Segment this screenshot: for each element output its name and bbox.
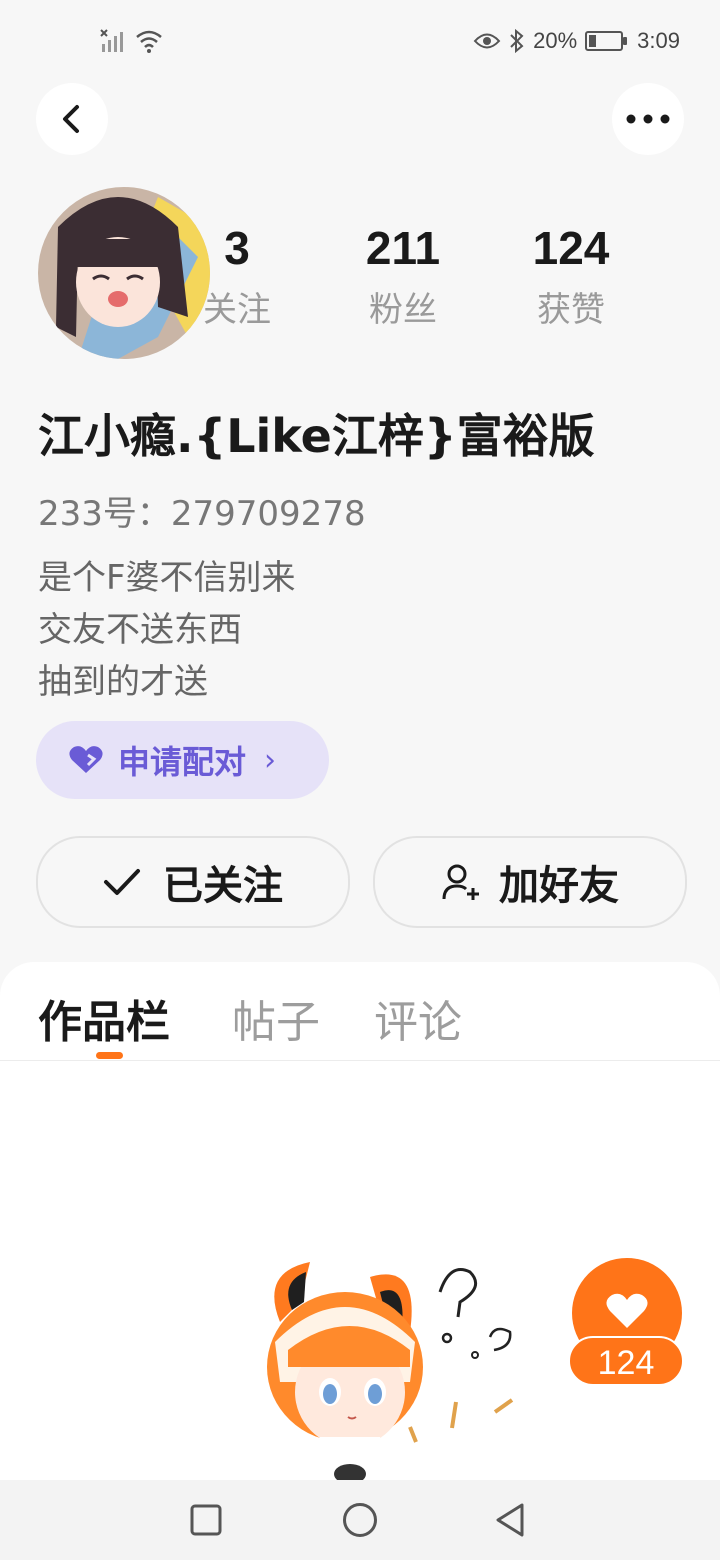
chevron-right-icon: › — [264, 742, 277, 778]
tab-indicator — [96, 1052, 123, 1059]
add-friend-button[interactable]: 加好友 — [373, 836, 687, 928]
system-nav-bar — [0, 1480, 720, 1560]
username: 江小瘾.{Like江梓}富裕版 — [38, 409, 595, 463]
tab-comments[interactable]: 评论 — [374, 986, 462, 1050]
pair-request-button[interactable]: 申请配对 › — [36, 721, 329, 799]
back-button[interactable] — [36, 83, 108, 155]
status-bar: 20% 3:09 — [0, 0, 720, 84]
more-dots-icon — [626, 114, 670, 124]
stat-likes[interactable]: 124 获赞 — [506, 220, 636, 331]
stat-following[interactable]: 3 关注 — [172, 220, 302, 331]
content-card: 作品栏 帖子 评论 — [0, 962, 720, 1482]
user-id: 233号：279709278 — [38, 494, 366, 534]
heart-icon — [69, 746, 103, 773]
tab-posts[interactable]: 帖子 — [232, 986, 320, 1050]
pair-request-label: 申请配对 — [118, 743, 247, 781]
add-user-icon — [442, 864, 479, 900]
signal-icon — [100, 29, 123, 52]
stat-value: 211 — [365, 222, 441, 274]
signal-wifi-group — [100, 28, 164, 54]
heart-icon — [606, 1293, 648, 1328]
chevron-left-icon — [63, 105, 79, 133]
wifi-icon — [136, 30, 162, 53]
stat-label: 粉丝 — [369, 290, 437, 330]
stat-label: 获赞 — [537, 290, 605, 330]
add-friend-label: 加好友 — [499, 863, 619, 909]
stat-label: 关注 — [203, 290, 271, 330]
bio-line: 交友不送东西 — [38, 610, 242, 650]
empty-state-illustration — [267, 1262, 514, 1482]
bluetooth-icon — [510, 29, 524, 53]
bio-line: 抽到的才送 — [38, 662, 208, 702]
more-button[interactable] — [612, 83, 684, 155]
bio-line: 是个F婆不信别来 — [38, 558, 296, 598]
following-label: 已关注 — [163, 863, 283, 909]
stat-value: 3 — [224, 222, 250, 274]
battery-percent: 20% — [533, 28, 578, 53]
status-right-group: 20% 3:09 — [473, 28, 680, 54]
back-nav-icon[interactable] — [494, 1502, 526, 1538]
tab-works[interactable]: 作品栏 — [38, 986, 170, 1050]
like-count: 124 — [568, 1336, 684, 1386]
bio: 是个F婆不信别来 交友不送东西 抽到的才送 — [38, 552, 296, 708]
home-icon[interactable] — [342, 1502, 378, 1538]
check-icon — [104, 869, 140, 895]
following-button[interactable]: 已关注 — [36, 836, 350, 928]
stat-followers[interactable]: 211 粉丝 — [338, 220, 468, 331]
tab-divider — [0, 1060, 720, 1061]
clock: 3:09 — [637, 28, 680, 53]
battery-icon — [585, 31, 628, 51]
eye-icon — [473, 33, 501, 49]
stat-value: 124 — [532, 222, 610, 274]
recent-apps-icon[interactable] — [190, 1504, 222, 1536]
